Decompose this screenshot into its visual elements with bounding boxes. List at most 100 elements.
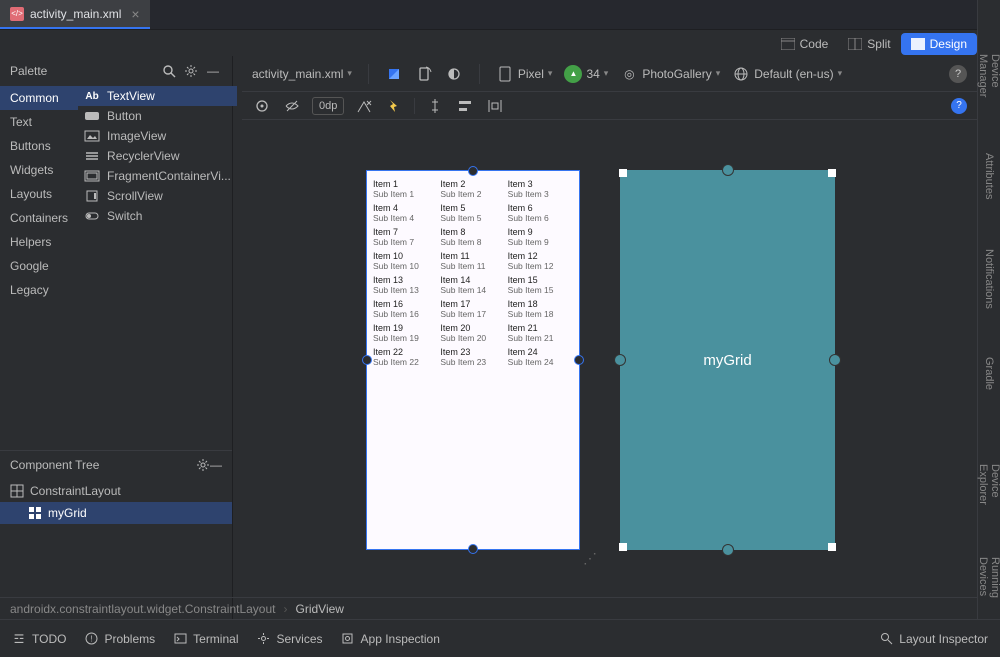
xml-file-icon: </>	[10, 7, 24, 21]
left-panel: Palette — CommonTextButtonsWidgetsLayout…	[0, 56, 233, 619]
tree-root-row[interactable]: ConstraintLayout	[0, 480, 232, 502]
theme-selector[interactable]: ◎ PhotoGallery ▾	[620, 65, 720, 83]
grid-cell: Item 17Sub Item 17	[440, 299, 505, 319]
toggle-visibility-icon[interactable]	[282, 96, 302, 116]
grid-cell: Item 5Sub Item 5	[440, 203, 505, 223]
switch-icon	[84, 209, 100, 223]
svg-text:!: !	[90, 635, 92, 644]
problems-tab[interactable]: !Problems	[84, 632, 155, 646]
resize-handle-bottom[interactable]	[468, 544, 478, 554]
palette-header: Palette —	[0, 56, 232, 86]
breadcrumb-item[interactable]: androidx.constraintlayout.widget.Constra…	[10, 602, 276, 616]
close-tab-icon[interactable]: ×	[131, 6, 139, 22]
separator	[368, 64, 369, 84]
selection-corner[interactable]	[828, 543, 836, 551]
selection-corner[interactable]	[619, 543, 627, 551]
palette-item-switch[interactable]: Switch	[78, 206, 237, 226]
app-inspection-tab[interactable]: App Inspection	[341, 632, 440, 646]
night-mode-icon[interactable]	[445, 65, 463, 83]
grid-item-subtitle: Sub Item 1	[373, 189, 438, 199]
api-selector[interactable]: ▲ 34 ▾	[564, 65, 608, 83]
todo-tab[interactable]: ☲TODO	[12, 632, 66, 646]
gear-icon[interactable]	[196, 458, 210, 472]
code-view-button[interactable]: Code	[771, 33, 839, 55]
grid-item-title: Item 14	[440, 275, 505, 285]
layout-inspector-tab[interactable]: Layout Inspector	[879, 632, 988, 646]
terminal-tab[interactable]: Terminal	[173, 632, 238, 646]
device-explorer-tab[interactable]: Device Explorer	[977, 450, 1000, 512]
search-icon[interactable]	[160, 62, 178, 80]
palette-item-imageview[interactable]: ImageView	[78, 126, 237, 146]
grid-item-title: Item 12	[508, 251, 573, 261]
design-canvas[interactable]: Item 1Sub Item 1Item 2Sub Item 2Item 3Su…	[242, 120, 977, 602]
services-tab[interactable]: Services	[257, 632, 323, 646]
infer-constraints-icon[interactable]	[384, 96, 404, 116]
constraint-handle-bottom[interactable]	[722, 544, 734, 556]
minimize-icon[interactable]: —	[204, 62, 222, 80]
resize-handle-top[interactable]	[468, 166, 478, 176]
align-icon[interactable]	[455, 96, 475, 116]
grid-item-subtitle: Sub Item 12	[508, 261, 573, 271]
palette-category-buttons[interactable]: Buttons	[0, 134, 78, 158]
palette-category-google[interactable]: Google	[0, 254, 78, 278]
selection-corner[interactable]	[828, 169, 836, 177]
palette-category-common[interactable]: Common	[0, 86, 78, 110]
grid-cell: Item 8Sub Item 8	[440, 227, 505, 247]
notifications-tab[interactable]: Notifications	[982, 230, 996, 309]
grid-item-title: Item 11	[440, 251, 505, 261]
palette-item-textview[interactable]: AbTextView	[78, 86, 237, 106]
palette-item-button[interactable]: Button	[78, 106, 237, 126]
grid-item-subtitle: Sub Item 7	[373, 237, 438, 247]
selection-corner[interactable]	[619, 169, 627, 177]
help-icon[interactable]: ?	[949, 65, 967, 83]
help-icon[interactable]: ?	[951, 98, 967, 114]
constraint-handle-top[interactable]	[722, 164, 734, 176]
palette-category-widgets[interactable]: Widgets	[0, 158, 78, 182]
device-manager-tab[interactable]: Device Manager	[977, 40, 1000, 104]
palette-item-fragmentcontainervi[interactable]: FragmentContainerVi...	[78, 166, 237, 186]
design-view-label: Design	[930, 37, 967, 51]
design-view-button[interactable]: Design	[901, 33, 977, 55]
palette-category-containers[interactable]: Containers	[0, 206, 78, 230]
palette-category-text[interactable]: Text	[0, 110, 78, 134]
grid-cell: Item 3Sub Item 3	[508, 179, 573, 199]
tree-child-row[interactable]: myGrid	[0, 502, 232, 524]
palette-item-recyclerview[interactable]: RecyclerView	[78, 146, 237, 166]
attributes-tab[interactable]: Attributes	[982, 134, 996, 199]
blueprint-preview[interactable]: myGrid	[620, 170, 835, 550]
design-surface-icon[interactable]	[385, 65, 403, 83]
pack-icon[interactable]	[485, 96, 505, 116]
split-view-label: Split	[867, 37, 890, 51]
gradle-tab[interactable]: Gradle	[982, 338, 996, 390]
clear-constraints-icon[interactable]	[354, 96, 374, 116]
locale-selector[interactable]: Default (en-us) ▾	[732, 65, 842, 83]
file-tab[interactable]: </> activity_main.xml ×	[0, 0, 150, 29]
running-devices-tab[interactable]: Running Devices	[977, 543, 1000, 609]
guidelines-icon[interactable]	[425, 96, 445, 116]
breadcrumb-item[interactable]: GridView	[296, 602, 344, 616]
bell-icon	[982, 230, 996, 244]
resize-handle-left[interactable]	[362, 355, 372, 365]
default-margin-selector[interactable]: 0dp	[312, 97, 344, 115]
resize-handle-right[interactable]	[574, 355, 584, 365]
minimize-icon[interactable]: —	[210, 458, 222, 472]
design-preview[interactable]: Item 1Sub Item 1Item 2Sub Item 2Item 3Su…	[366, 170, 580, 550]
select-icon[interactable]	[252, 96, 272, 116]
palette-item-scrollview[interactable]: ScrollView	[78, 186, 237, 206]
tree-root-label: ConstraintLayout	[30, 484, 121, 498]
device-selector[interactable]: Pixel ▾	[496, 65, 553, 83]
palette-item-label: ImageView	[107, 129, 166, 143]
palette-category-helpers[interactable]: Helpers	[0, 230, 78, 254]
split-view-button[interactable]: Split	[838, 33, 900, 55]
resize-grip-icon[interactable]: ⋰	[583, 550, 597, 567]
palette-category-legacy[interactable]: Legacy	[0, 278, 78, 302]
layout-file-selector[interactable]: activity_main.xml ▾	[252, 67, 352, 81]
grid-cell: Item 2Sub Item 2	[440, 179, 505, 199]
device-manager-icon	[982, 40, 996, 49]
grid-cell: Item 12Sub Item 12	[508, 251, 573, 271]
locale-label: Default (en-us)	[754, 67, 833, 81]
orientation-icon[interactable]	[415, 65, 433, 83]
gear-icon[interactable]	[182, 62, 200, 80]
palette-category-layouts[interactable]: Layouts	[0, 182, 78, 206]
palette-categories: CommonTextButtonsWidgetsLayoutsContainer…	[0, 86, 78, 310]
